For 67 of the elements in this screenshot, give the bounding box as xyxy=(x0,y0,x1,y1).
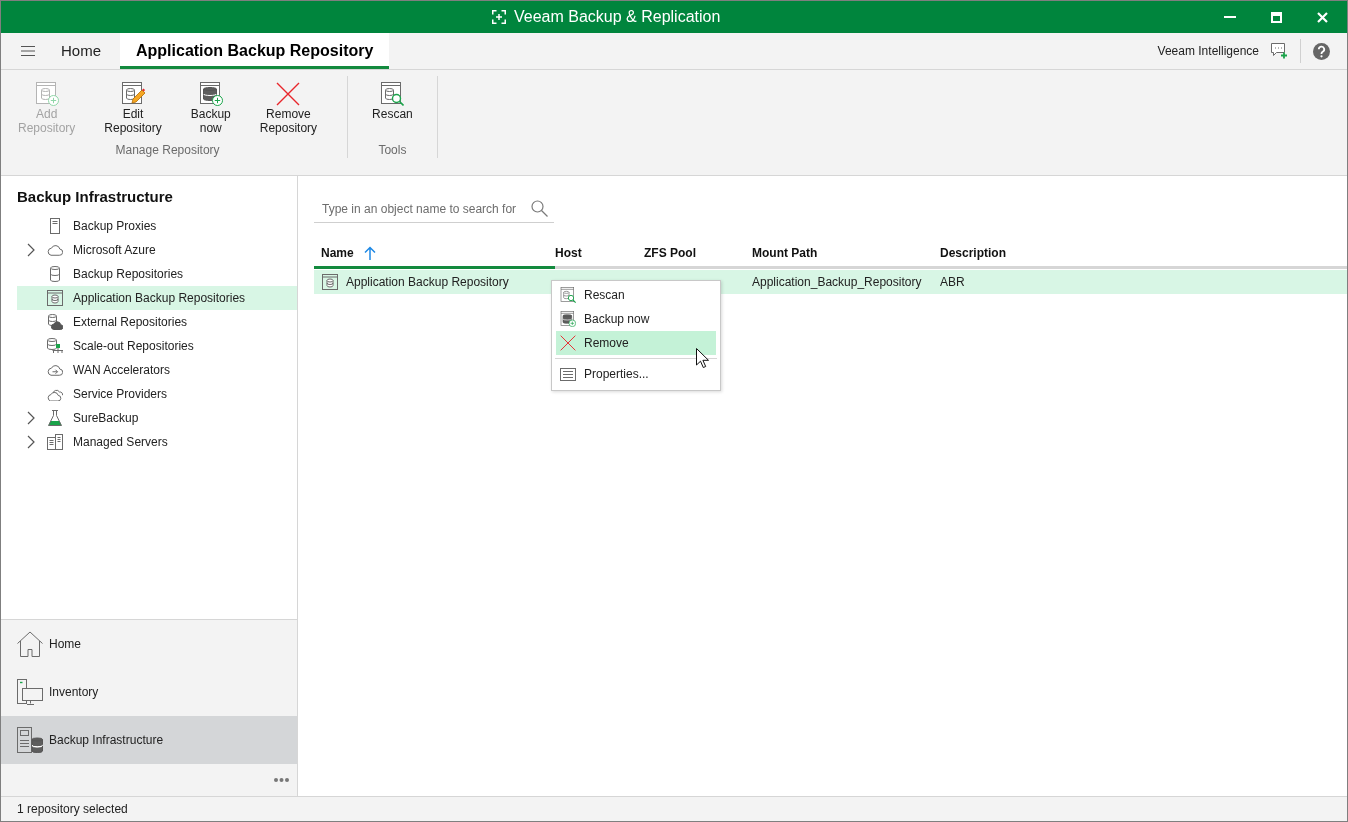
tree-item[interactable]: Managed Servers xyxy=(17,430,297,454)
database-pencil-icon xyxy=(121,82,146,106)
list-icon xyxy=(560,367,576,381)
group-label: Manage Repository xyxy=(115,143,220,157)
group-label: Tools xyxy=(378,143,407,157)
cross-icon xyxy=(560,335,576,351)
server-database-icon xyxy=(17,727,43,753)
tree-item[interactable]: Scale-out Repositories xyxy=(17,334,297,358)
more-button[interactable] xyxy=(274,778,289,782)
mouse-pointer-icon xyxy=(696,348,709,368)
table-cell: Application_Backup_Repository xyxy=(752,275,922,289)
tree-item[interactable]: Backup Repositories xyxy=(17,262,297,286)
ribbon-button[interactable]: Edit Repository xyxy=(94,82,172,135)
database-window-icon xyxy=(47,290,63,306)
tree-item[interactable]: Service Providers xyxy=(17,382,297,406)
minimize-icon xyxy=(1224,16,1236,18)
status-text: 1 repository selected xyxy=(17,801,128,818)
more-icon xyxy=(274,778,289,782)
cross-icon xyxy=(276,82,301,106)
server-icon xyxy=(47,218,63,234)
app-logo-icon xyxy=(492,10,506,24)
window-title: Veeam Backup & Replication xyxy=(514,7,721,27)
database-add-icon xyxy=(198,82,223,106)
tree-item[interactable]: Application Backup Repositories xyxy=(17,286,297,310)
panel-title: Backup Infrastructure xyxy=(17,187,174,207)
tree-item[interactable]: SureBackup xyxy=(17,406,297,430)
database-add-icon xyxy=(34,82,59,106)
table-cell-text: Application Backup Repository xyxy=(346,274,509,291)
ribbon-tab[interactable]: Application Backup Repository xyxy=(120,33,390,69)
arrow-up-icon xyxy=(363,245,376,260)
navigation-item[interactable]: Inventory xyxy=(1,668,297,716)
chat-icon xyxy=(1271,43,1288,59)
maximize-icon xyxy=(1270,11,1282,23)
tree-item[interactable]: Backup Proxies xyxy=(17,214,297,238)
search-icon xyxy=(531,200,548,217)
close-icon xyxy=(1316,11,1328,23)
servers-icon xyxy=(47,434,63,450)
server-monitor-icon xyxy=(17,679,43,705)
database-search-icon xyxy=(560,287,576,303)
database-icon xyxy=(47,266,63,282)
database-add-icon xyxy=(560,311,576,327)
menu-item[interactable]: Remove xyxy=(556,331,716,355)
ribbon-tab[interactable]: Home xyxy=(43,33,119,69)
search-field[interactable]: Type in an object name to search for xyxy=(314,195,554,223)
house-icon xyxy=(17,631,43,657)
menu-icon xyxy=(21,46,35,56)
menu-item[interactable]: Backup now xyxy=(556,307,716,331)
flask-icon xyxy=(47,410,63,426)
table-cell: ABR xyxy=(940,275,965,289)
clouds-icon xyxy=(47,387,63,401)
tree-item[interactable]: WAN Accelerators xyxy=(17,358,297,382)
cloud-icon xyxy=(47,244,63,256)
help-icon xyxy=(1313,42,1330,60)
database-network-icon xyxy=(47,338,63,354)
navigation-item[interactable]: Home xyxy=(1,620,297,668)
tree-item[interactable]: Microsoft Azure xyxy=(17,238,297,262)
database-cloud-icon xyxy=(47,314,63,330)
cloud-arrow-icon xyxy=(47,364,63,376)
navigation-item[interactable]: Backup Infrastructure xyxy=(1,716,297,764)
ribbon-button[interactable]: Backup now xyxy=(180,82,241,135)
tree-item[interactable]: External Repositories xyxy=(17,310,297,334)
assistant-button[interactable]: Veeam Intelligence xyxy=(1157,33,1288,69)
menu-item[interactable]: Properties... xyxy=(556,362,716,386)
ribbon-button[interactable]: Remove Repository xyxy=(249,82,328,135)
database-window-icon xyxy=(322,274,338,290)
ribbon-button[interactable]: Rescan xyxy=(362,82,423,121)
database-search-icon xyxy=(380,82,405,106)
